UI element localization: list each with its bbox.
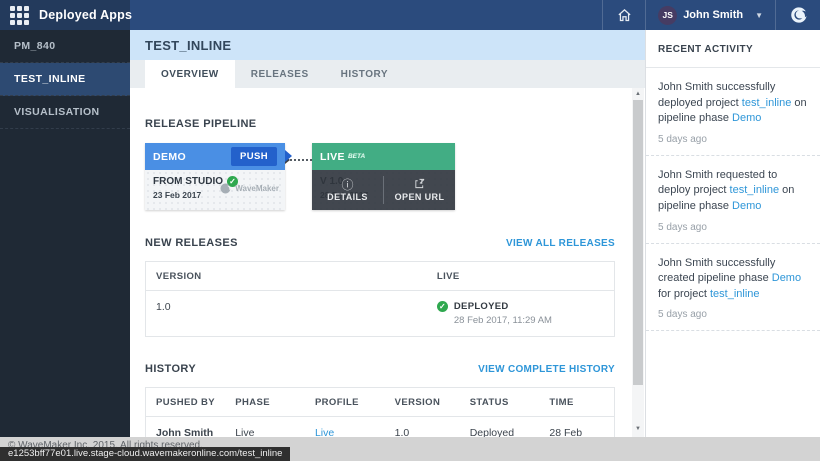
- project-title-band: TEST_INLINE: [130, 30, 645, 60]
- status-cell: Deployed: [460, 417, 540, 438]
- live-card-header: LIVE BETA: [312, 143, 455, 170]
- history-table: PUSHED BY PHASE PROFILE VERSION STATUS T…: [145, 387, 615, 437]
- sidebar-item-test-inline[interactable]: TEST_INLINE: [0, 63, 130, 96]
- phase-link[interactable]: Demo: [772, 272, 801, 284]
- column-header-profile: PROFILE: [305, 388, 385, 417]
- sidebar-item-pm-840[interactable]: PM_840: [0, 30, 130, 63]
- home-icon[interactable]: [611, 2, 637, 28]
- overview-content: RELEASE PIPELINE DEMO PUSH FROM STUDIO ✓: [130, 118, 645, 437]
- column-header-phase: PHASE: [225, 388, 305, 417]
- activity-item: John Smith successfully created pipeline…: [646, 244, 820, 332]
- deployed-check-icon: ✓: [437, 301, 448, 312]
- live-phase-card: LIVE BETA V 1.0 28 Feb 2017 ⓘ DETAILS: [312, 143, 455, 210]
- page-title: TEST_INLINE: [145, 38, 231, 53]
- deployed-apps-window: Deployed Apps JS John Smith ▼ PM_840 TES…: [0, 0, 820, 461]
- activity-timestamp: 5 days ago: [658, 222, 808, 233]
- vertical-scrollbar[interactable]: ▲ ▼: [632, 88, 644, 437]
- version-cell: 1.0: [385, 417, 460, 438]
- wavemaker-card-logo: WaveMaker: [219, 182, 279, 195]
- table-row: 1.0 ✓ DEPLOYED 28 Feb 2017, 11:29 AM: [146, 291, 615, 337]
- divider: [602, 0, 603, 30]
- view-all-releases-link[interactable]: VIEW ALL RELEASES: [506, 238, 615, 249]
- new-releases-table: VERSION LIVE 1.0 ✓ DEPLOYED 28 Feb 2017,…: [145, 261, 615, 337]
- divider: [645, 0, 646, 30]
- column-header-version: VERSION: [146, 262, 427, 291]
- activity-timestamp: 5 days ago: [658, 134, 808, 145]
- info-icon: ⓘ: [341, 179, 353, 191]
- deployed-status-cell: ✓ DEPLOYED 28 Feb 2017, 11:29 AM: [437, 301, 604, 326]
- top-bar: Deployed Apps JS John Smith ▼: [0, 0, 820, 30]
- apps-grid-icon[interactable]: [10, 6, 29, 25]
- project-link[interactable]: test_inline: [710, 288, 760, 300]
- profile-link[interactable]: Live: [315, 427, 334, 437]
- recent-activity-panel: RECENT ACTIVITY John Smith successfully …: [645, 30, 820, 437]
- tab-bar: OVERVIEW RELEASES HISTORY: [130, 60, 645, 88]
- pushed-by-cell: John Smith: [146, 417, 226, 438]
- column-header-version: VERSION: [385, 388, 460, 417]
- live-card-body: V 1.0 28 Feb 2017 ⓘ DETAILS: [312, 170, 455, 210]
- status-badge: DEPLOYED: [454, 301, 552, 312]
- activity-text: John Smith successfully created pipeline…: [658, 257, 775, 285]
- tab-history[interactable]: HISTORY: [325, 60, 404, 88]
- sidebar: PM_840 TEST_INLINE VISUALISATION: [0, 30, 130, 437]
- chevron-down-icon: ▼: [755, 11, 763, 20]
- deploy-timestamp: 28 Feb 2017, 11:29 AM: [454, 315, 552, 326]
- activity-item: John Smith successfully deployed project…: [646, 68, 820, 156]
- wavemaker-logo-icon: [788, 4, 810, 26]
- arrow-notch-icon: [285, 150, 292, 162]
- scrollbar-thumb[interactable]: [633, 100, 643, 385]
- release-pipeline-heading: RELEASE PIPELINE: [145, 118, 257, 130]
- recent-activity-heading: RECENT ACTIVITY: [646, 30, 820, 68]
- top-bar-brand-area: Deployed Apps: [0, 0, 130, 30]
- scroll-down-icon[interactable]: ▼: [632, 423, 644, 435]
- history-heading: HISTORY: [145, 363, 196, 375]
- status-url-tooltip: e1253bff77e01.live.stage-cloud.wavemaker…: [0, 447, 290, 461]
- open-url-icon: [414, 178, 425, 191]
- activity-text: for project: [658, 288, 710, 300]
- demo-card-header: DEMO PUSH: [145, 143, 285, 170]
- push-button[interactable]: PUSH: [231, 147, 277, 166]
- table-row: John Smith Live Live 1.0 Deployed 28 Feb…: [146, 417, 615, 438]
- live-card-actions-overlay: ⓘ DETAILS OPEN URL: [312, 170, 455, 210]
- column-header-status: STATUS: [460, 388, 540, 417]
- phase-cell: Live: [225, 417, 305, 438]
- scroll-up-icon[interactable]: ▲: [632, 88, 644, 100]
- time-cell: 28 Feb 2017,: [539, 417, 614, 438]
- avatar: JS: [658, 6, 677, 25]
- open-url-button[interactable]: OPEN URL: [384, 170, 455, 210]
- phase-link[interactable]: Demo: [732, 200, 761, 212]
- app-title: Deployed Apps: [39, 8, 132, 22]
- user-menu[interactable]: JS John Smith ▼: [654, 6, 767, 25]
- phase-name: DEMO: [153, 151, 186, 163]
- demo-card-body: FROM STUDIO ✓ 23 Feb 2017 WaveMaker: [145, 170, 285, 210]
- release-version-cell: 1.0: [146, 291, 427, 337]
- main-panel: TEST_INLINE OVERVIEW RELEASES HISTORY RE…: [130, 30, 645, 437]
- view-complete-history-link[interactable]: VIEW COMPLETE HISTORY: [478, 364, 615, 375]
- activity-timestamp: 5 days ago: [658, 309, 808, 320]
- column-header-time: TIME: [539, 388, 614, 417]
- divider: [775, 0, 776, 30]
- new-releases-heading: NEW RELEASES: [145, 237, 238, 249]
- wavemaker-card-logo-text: WaveMaker: [235, 184, 279, 193]
- project-link[interactable]: test_inline: [730, 184, 780, 196]
- activity-item: John Smith requested to deploy project t…: [646, 156, 820, 244]
- user-name: John Smith: [683, 9, 743, 21]
- sidebar-item-visualisation[interactable]: VISUALISATION: [0, 96, 130, 129]
- tab-overview[interactable]: OVERVIEW: [145, 60, 235, 88]
- phase-name: LIVE: [320, 151, 345, 163]
- tab-releases[interactable]: RELEASES: [235, 60, 325, 88]
- from-studio-label: FROM STUDIO: [153, 176, 223, 187]
- column-header-live: LIVE: [427, 262, 615, 291]
- release-pipeline: DEMO PUSH FROM STUDIO ✓ 23 Feb 2017 Wave…: [145, 143, 615, 210]
- demo-phase-card: DEMO PUSH FROM STUDIO ✓ 23 Feb 2017 Wave…: [145, 143, 285, 210]
- project-link[interactable]: test_inline: [742, 97, 792, 109]
- dotted-line: [290, 159, 312, 161]
- phase-link[interactable]: Demo: [732, 112, 761, 124]
- beta-badge: BETA: [348, 153, 365, 160]
- column-header-pushed-by: PUSHED BY: [146, 388, 226, 417]
- top-bar-actions: JS John Smith ▼: [130, 0, 820, 30]
- details-button[interactable]: ⓘ DETAILS: [312, 170, 383, 210]
